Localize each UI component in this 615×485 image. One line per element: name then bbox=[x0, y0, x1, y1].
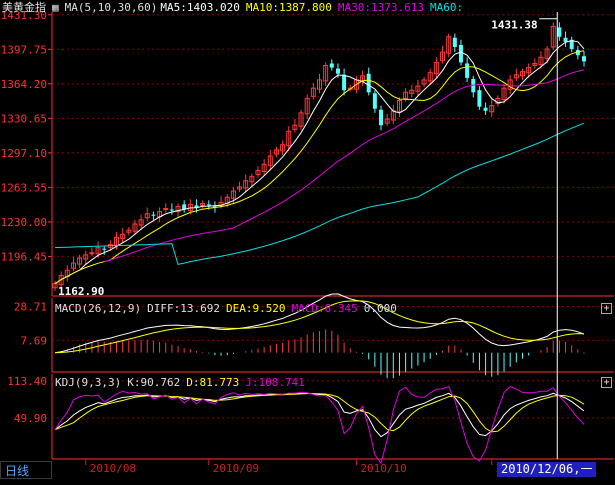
macd-header: MACD(26,12,9) DIFF:13.692 DEA:9.520 MACD:8.… bbox=[55, 302, 403, 315]
price-tick-label: 1230.00 bbox=[1, 216, 47, 229]
kdj-tick-label: 113.40 bbox=[7, 375, 47, 388]
macd-expand-icon[interactable]: + bbox=[601, 303, 612, 314]
candle-down bbox=[151, 214, 156, 216]
price-tick-label: 1297.10 bbox=[1, 147, 47, 160]
candle-down bbox=[379, 109, 384, 126]
candle-down bbox=[477, 90, 482, 107]
macd-zero-value: 0.000 bbox=[363, 302, 397, 315]
candle-down bbox=[366, 73, 371, 93]
kdj-d-value: D:81.773 bbox=[186, 376, 240, 389]
date-label: 2010/09 bbox=[213, 462, 259, 475]
candle-down bbox=[458, 44, 463, 63]
instrument-name: 美黄金指 bbox=[2, 1, 46, 14]
candle-down bbox=[557, 27, 562, 37]
low-annotation: 1162.90 bbox=[58, 285, 104, 298]
date-label: 2010/08 bbox=[90, 462, 136, 475]
candle-up bbox=[89, 252, 95, 255]
price-tick-label: 1397.75 bbox=[1, 43, 47, 56]
candle-down bbox=[372, 93, 377, 109]
kdj-params: KDJ(9,3,3) bbox=[55, 376, 122, 389]
candle-down bbox=[452, 37, 457, 47]
price-header: 美黄金指 ▦ MA(5,10,30,60) MA5:1403.020 MA10:1387… bbox=[2, 1, 469, 14]
high-annotation: 1431.38 bbox=[491, 19, 537, 32]
chart-stage: 1431.30 1397.75 1364.20 1330.65 1297.10 1263.… bbox=[0, 0, 615, 481]
kdj-tick-label: 49.90 bbox=[14, 412, 47, 425]
date-label: 2010/10 bbox=[360, 462, 406, 475]
macd-bar-value: MACD:8.345 bbox=[291, 302, 358, 315]
candle-down bbox=[206, 204, 211, 206]
macd-tick-label: 28.71 bbox=[14, 301, 47, 314]
kdj-j-value: J:108.741 bbox=[245, 376, 305, 389]
candle-down bbox=[342, 74, 347, 91]
ma10-value: MA10:1387.800 bbox=[245, 1, 332, 14]
candle-down bbox=[335, 68, 340, 74]
macd-diff-value: DIFF:13.692 bbox=[147, 302, 220, 315]
candle-down bbox=[169, 209, 174, 211]
cursor-date: 2010/12/06,一 bbox=[497, 462, 597, 477]
ma-legend-icon[interactable]: ▦ bbox=[52, 1, 59, 14]
candle-down bbox=[329, 63, 334, 68]
kdj-k-value: K:90.762 bbox=[127, 376, 181, 389]
candle-down bbox=[483, 107, 488, 111]
price-tick-label: 1364.20 bbox=[1, 78, 47, 91]
macd-tick-label: 7.69 bbox=[21, 334, 48, 347]
candle-down bbox=[582, 56, 586, 62]
candle-down bbox=[563, 37, 568, 42]
ma-params: MA(5,10,30,60) bbox=[64, 1, 158, 14]
tab-daily[interactable]: 日线 bbox=[0, 461, 52, 479]
ma30-value: MA30:1373.613 bbox=[337, 1, 425, 14]
price-tick-label: 1196.45 bbox=[1, 250, 47, 263]
macd-dea-value: DEA:9.520 bbox=[225, 302, 286, 315]
kdj-header: KDJ(9,3,3) K:90.762 D:81.773 J:108.741 bbox=[55, 376, 311, 389]
ma60-value: MA60: bbox=[430, 1, 464, 14]
chart-canvas: 1431.301397.751364.201330.651297.101263.… bbox=[0, 0, 615, 481]
candle-down bbox=[465, 63, 470, 78]
price-tick-label: 1330.65 bbox=[1, 112, 47, 125]
macd-params: MACD(26,12,9) bbox=[55, 302, 142, 315]
price-tick-label: 1263.55 bbox=[1, 181, 47, 194]
kdj-expand-icon[interactable]: + bbox=[601, 377, 612, 388]
candle-down bbox=[102, 248, 107, 250]
ma5-value: MA5:1403.020 bbox=[160, 1, 240, 14]
